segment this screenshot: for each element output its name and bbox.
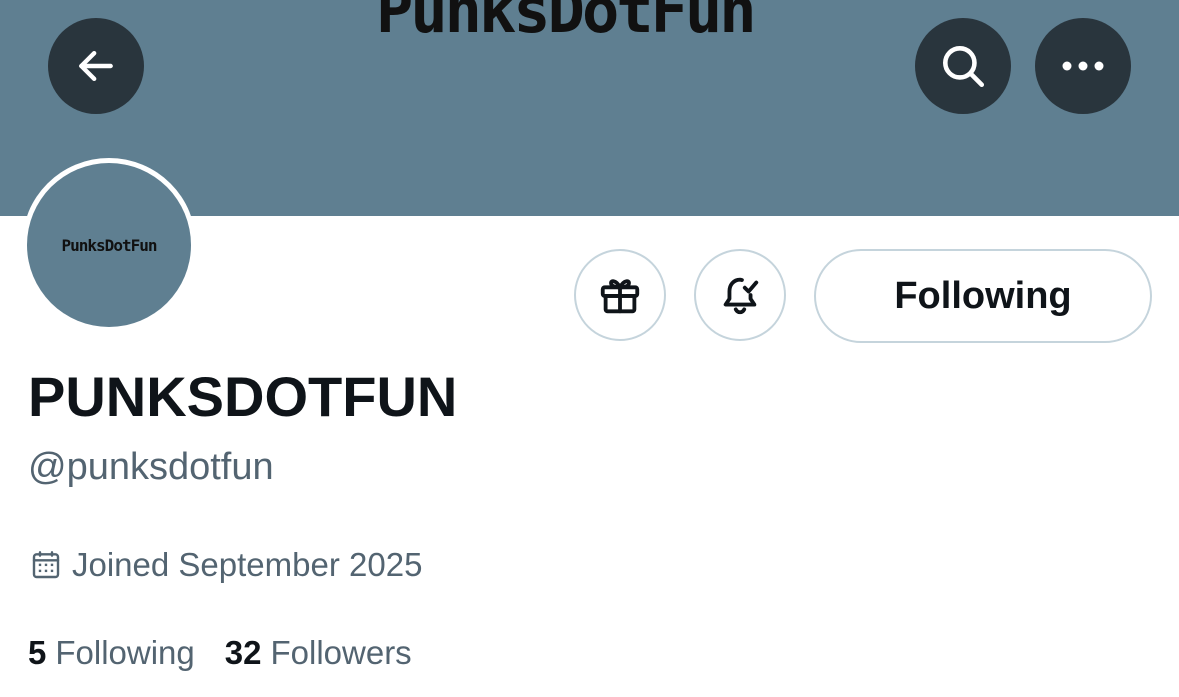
gift-icon — [600, 279, 640, 314]
followers-label: Followers — [270, 634, 412, 671]
avatar-image: PunksDotFun — [27, 163, 191, 327]
avatar[interactable]: PunksDotFun — [22, 158, 196, 332]
following-count: 5 — [28, 634, 47, 671]
followers-link[interactable]: 32 Followers — [225, 634, 412, 672]
profile-banner[interactable]: PunksDotFun — [0, 0, 1179, 216]
more-horizontal-icon — [1062, 61, 1104, 71]
profile-stats: 5 Following 32 Followers — [28, 634, 412, 672]
bell-check-icon — [723, 277, 759, 315]
following-label: Following — [55, 634, 195, 671]
notifications-button[interactable] — [694, 249, 786, 341]
joined-text: Joined September 2025 — [72, 546, 423, 583]
banner-logo: PunksDotFun — [376, 0, 757, 47]
calendar-icon — [30, 548, 62, 582]
user-handle: @punksdotfun — [28, 446, 274, 488]
following-button[interactable]: Following — [814, 249, 1152, 343]
display-name: PUNKSDOTFUN — [28, 365, 458, 428]
gift-button[interactable] — [574, 249, 666, 341]
back-button[interactable] — [48, 18, 144, 114]
followers-count: 32 — [224, 634, 262, 671]
following-link[interactable]: 5 Following — [28, 634, 195, 672]
more-options-button[interactable] — [1035, 18, 1131, 114]
joined-date: Joined September 2025 — [30, 546, 422, 584]
search-icon — [943, 46, 985, 88]
avatar-logo-text: PunksDotFun — [61, 235, 158, 255]
arrow-left-icon — [79, 50, 113, 82]
search-button[interactable] — [915, 18, 1011, 114]
